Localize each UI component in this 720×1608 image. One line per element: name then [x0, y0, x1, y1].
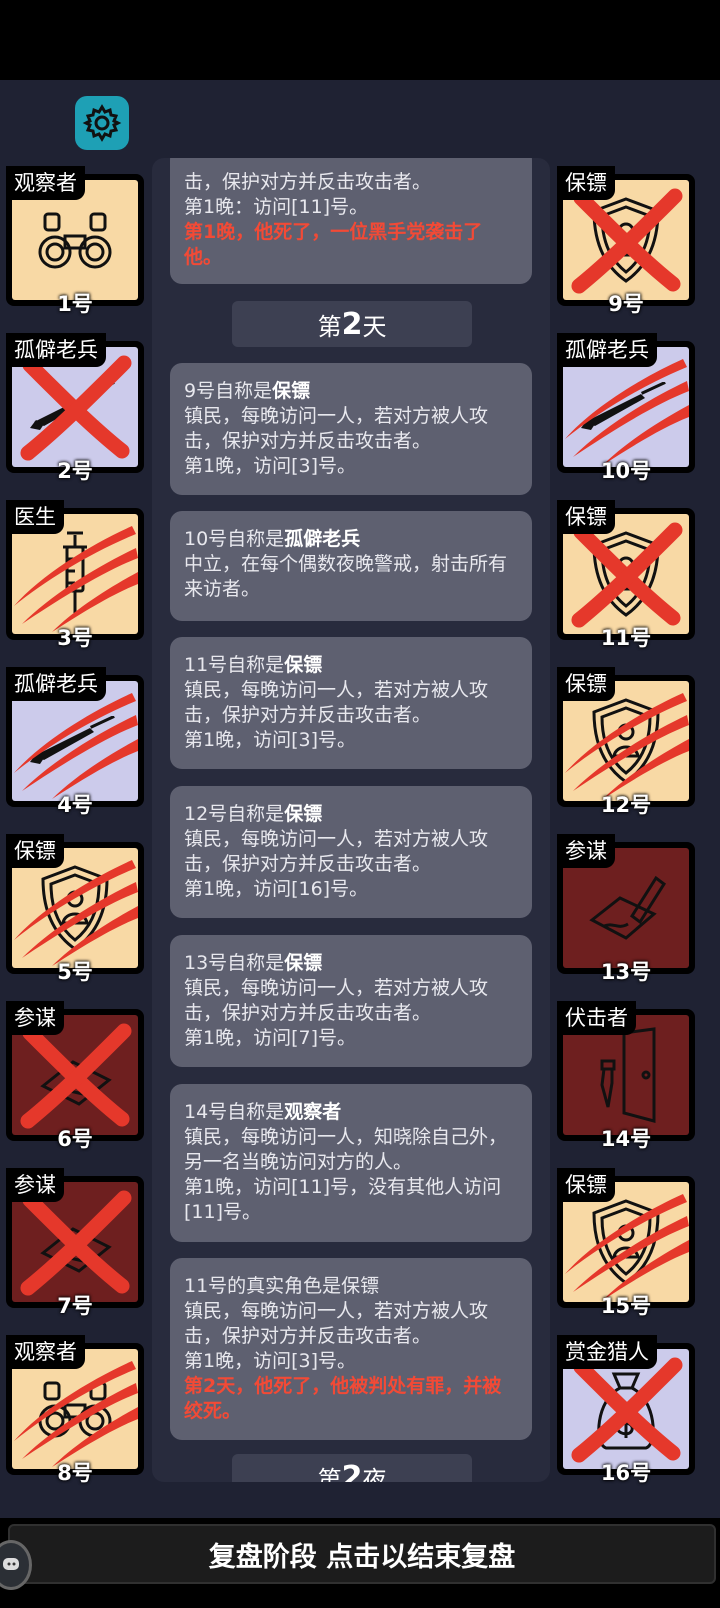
role-label: 保镖: [557, 166, 615, 200]
role-label: 参谋: [557, 834, 615, 868]
log-entry: 11号自称是保镖 镇民，每晚访问一人，若对方被人攻击，保护对方并反击攻击者。 第…: [170, 637, 532, 769]
log-desc: 镇民，每晚访问一人，若对方被人攻击，保护对方并反击攻击者。: [184, 679, 489, 726]
role-label: 观察者: [6, 1335, 85, 1369]
log-entry: 9号自称是保镖 镇民，每晚访问一人，若对方被人攻击，保护对方并反击攻击者。 第1…: [170, 363, 532, 495]
player-number: 2号: [57, 459, 93, 483]
player-number: 5号: [57, 960, 93, 984]
player-number: 4号: [57, 793, 93, 817]
log-visit: 第1晚：访问[11]号。: [184, 196, 369, 218]
player-card[interactable]: 参谋 6号: [6, 1001, 144, 1151]
chat-icon: [3, 1558, 19, 1570]
role-label: 孤僻老兵: [6, 333, 106, 367]
game-log-panel[interactable]: 击，保护对方并反击攻击者。 第1晚：访问[11]号。 第1晚，他死了，一位黑手党…: [152, 158, 550, 1482]
log-visit: 第1晚，访问[3]号。: [184, 455, 357, 477]
log-entry: 13号自称是保镖 镇民，每晚访问一人，若对方被人攻击，保护对方并反击攻击者。 第…: [170, 935, 532, 1067]
role-label: 保镖: [6, 834, 64, 868]
player-number: 6号: [57, 1127, 93, 1151]
end-review-button[interactable]: 复盘阶段 点击以结束复盘: [8, 1524, 716, 1584]
player-number: 16号: [600, 1461, 652, 1485]
log-desc: 镇民，每晚访问一人，若对方被人攻击，保护对方并反击攻击者。: [184, 977, 489, 1024]
log-entry: 10号自称是孤僻老兵 中立，在每个偶数夜晚警戒，射击所有来访者。: [170, 511, 532, 621]
role-label: 赏金猎人: [557, 1335, 657, 1369]
player-card[interactable]: 孤僻老兵 10号: [557, 333, 695, 483]
log-visit: 第1晚，访问[7]号。: [184, 1027, 357, 1049]
log-entry: 击，保护对方并反击攻击者。 第1晚：访问[11]号。 第1晚，他死了，一位黑手党…: [170, 158, 532, 284]
player-number: 8号: [57, 1461, 93, 1485]
player-card[interactable]: 伏击者 14号: [557, 1001, 695, 1151]
log-entry: 11号的真实角色是保镖 镇民，每晚访问一人，若对方被人攻击，保护对方并反击攻击者…: [170, 1258, 532, 1440]
role-label: 医生: [6, 500, 64, 534]
log-desc: 镇民，每晚访问一人，知晓除自己外，另一名当晚访问对方的人。: [184, 1126, 508, 1173]
log-desc: 镇民，每晚访问一人，若对方被人攻击，保护对方并反击攻击者。: [184, 828, 489, 875]
player-number: 12号: [600, 793, 652, 817]
player-number: 7号: [57, 1294, 93, 1318]
player-number: 15号: [600, 1294, 652, 1318]
player-number: 11号: [600, 626, 652, 650]
log-death: 第2天，他死了，他被判处有罪，并被绞死。: [184, 1375, 502, 1422]
player-card[interactable]: 保镖 9号: [557, 166, 695, 316]
player-card[interactable]: 孤僻老兵 4号: [6, 667, 144, 817]
player-card[interactable]: 孤僻老兵 2号: [6, 333, 144, 483]
log-desc: 中立，在每个偶数夜晚警戒，射击所有来访者。: [184, 553, 508, 600]
pen-document-icon: [589, 875, 667, 940]
player-card[interactable]: 保镖 15号: [557, 1168, 695, 1318]
role-label: 孤僻老兵: [6, 667, 106, 701]
log-visit: 第1晚，访问[16]号。: [184, 878, 369, 900]
settings-button[interactable]: [75, 96, 129, 150]
player-card[interactable]: 医生 3号: [6, 500, 144, 650]
log-visit: 第1晚，访问[3]号。: [184, 729, 357, 751]
role-label: 观察者: [6, 166, 85, 200]
role-label: 保镖: [557, 667, 615, 701]
player-card[interactable]: 观察者 8号: [6, 1335, 144, 1485]
role-label: 伏击者: [557, 1001, 636, 1035]
gear-icon: [82, 104, 122, 142]
day-banner: 第2天: [232, 301, 472, 347]
player-card[interactable]: 保镖 12号: [557, 667, 695, 817]
player-number: 3号: [57, 626, 93, 650]
player-number: 13号: [600, 960, 652, 984]
binoculars-icon: [38, 212, 112, 269]
role-label: 保镖: [557, 500, 615, 534]
log-visit: 第1晚，访问[11]号，没有其他人访问[11]号。: [184, 1176, 502, 1223]
player-card[interactable]: 参谋 13号: [557, 834, 695, 984]
role-label: 参谋: [6, 1001, 64, 1035]
player-card[interactable]: 保镖 5号: [6, 834, 144, 984]
status-bar: [0, 0, 720, 80]
player-card[interactable]: 参谋 7号: [6, 1168, 144, 1318]
player-card[interactable]: 观察者 1号: [6, 166, 144, 316]
log-line: 击，保护对方并反击攻击者。: [184, 171, 432, 193]
night-banner: 第2夜: [232, 1454, 472, 1482]
log-visit: 第1晚，访问[3]号。: [184, 1350, 357, 1372]
player-card[interactable]: 赏金猎人 16号: [557, 1335, 695, 1485]
player-number: 10号: [600, 459, 652, 483]
log-title: 11号的真实角色是保镖: [184, 1275, 380, 1297]
log-death: 第1晚，他死了，一位黑手党袭击了他。: [184, 221, 483, 268]
role-label: 保镖: [557, 1168, 615, 1202]
player-card[interactable]: 保镖 11号: [557, 500, 695, 650]
player-number: 9号: [608, 292, 644, 316]
log-desc: 镇民，每晚访问一人，若对方被人攻击，保护对方并反击攻击者。: [184, 405, 489, 452]
player-number: 14号: [600, 1127, 652, 1151]
door-knife-icon: [600, 1027, 656, 1123]
player-number: 1号: [57, 292, 93, 316]
role-label: 参谋: [6, 1168, 64, 1202]
log-desc: 镇民，每晚访问一人，若对方被人攻击，保护对方并反击攻击者。: [184, 1300, 489, 1347]
role-label: 孤僻老兵: [557, 333, 657, 367]
log-entry: 12号自称是保镖 镇民，每晚访问一人，若对方被人攻击，保护对方并反击攻击者。 第…: [170, 786, 532, 918]
log-entry: 14号自称是观察者 镇民，每晚访问一人，知晓除自己外，另一名当晚访问对方的人。 …: [170, 1084, 532, 1242]
